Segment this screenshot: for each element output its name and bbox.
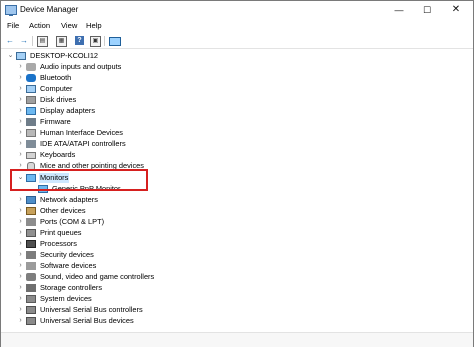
tree-item-label: Display adapters [40, 106, 96, 115]
system-icon [26, 295, 36, 303]
tree-item-label: Ports (COM & LPT) [40, 217, 105, 226]
device-manager-window: Device Manager — ☐ ✕ File Action View He… [0, 0, 474, 347]
tree-item-label: Sound, video and game controllers [40, 272, 155, 281]
tree-item-label: Network adapters [40, 195, 98, 204]
expand-icon[interactable]: › [17, 117, 24, 127]
expand-icon[interactable]: › [17, 305, 24, 315]
expand-icon[interactable]: › [17, 250, 24, 260]
expand-icon[interactable]: › [17, 62, 24, 72]
usb-icon [26, 306, 36, 314]
toolbar: ← → ▤ ▦ ? ▣ [1, 34, 473, 49]
tree-item-label: Universal Serial Bus controllers [40, 305, 143, 314]
expand-icon[interactable]: › [17, 106, 24, 116]
menu-view[interactable]: View [61, 21, 77, 30]
expand-icon[interactable]: › [17, 217, 24, 227]
tree-item-label: Bluetooth [40, 73, 72, 82]
disk-icon [26, 96, 36, 104]
tree-item-label: Keyboards [40, 150, 76, 159]
tree-item-label: System devices [40, 294, 92, 303]
expand-icon[interactable]: › [17, 228, 24, 238]
computer-icon [16, 52, 26, 60]
close-button[interactable]: ✕ [442, 1, 470, 19]
tree-item-label: Human Interface Devices [40, 128, 123, 137]
device-tree: ⌄ DESKTOP-KCOLI12 › Audio inputs and out… [1, 51, 473, 331]
expand-icon[interactable]: › [17, 150, 24, 160]
expand-icon[interactable]: › [17, 206, 24, 216]
printer-icon [26, 229, 36, 237]
storage-icon [26, 284, 36, 292]
tree-item-label: Software devices [40, 261, 97, 270]
window-title: Device Manager [20, 5, 79, 14]
usb-icon [26, 317, 36, 325]
tree-item-label: Other devices [40, 206, 86, 215]
view-icon: ▣ [92, 38, 99, 44]
menu-action[interactable]: Action [29, 21, 50, 30]
network-icon [26, 196, 36, 204]
scan-icon: ▦ [58, 38, 65, 44]
tree-item-label: Computer [40, 84, 73, 93]
keyboard-icon [26, 152, 36, 159]
tree-item-label: Storage controllers [40, 283, 103, 292]
tree-item-label: Security devices [40, 250, 94, 259]
status-bar [1, 332, 473, 347]
software-icon [26, 262, 36, 270]
tree-item-label: Processors [40, 239, 77, 248]
toolbar-separator [104, 36, 105, 46]
menu-file[interactable]: File [7, 21, 19, 30]
computer-icon [26, 85, 36, 93]
expand-icon[interactable]: › [17, 316, 24, 326]
display-adapter-icon [26, 107, 36, 115]
tree-item-label: Print queues [40, 228, 82, 237]
security-icon [26, 251, 36, 259]
menu-help[interactable]: Help [86, 21, 102, 30]
tree-root-label: DESKTOP-KCOLI12 [30, 51, 99, 60]
bluetooth-icon [26, 74, 36, 82]
other-devices-icon [26, 207, 36, 215]
processor-icon [26, 240, 36, 248]
collapse-icon[interactable]: ⌄ [7, 51, 14, 61]
firmware-icon [26, 118, 36, 126]
forward-button[interactable]: → [19, 36, 29, 46]
sound-icon [26, 273, 36, 281]
minimize-button[interactable]: — [385, 1, 413, 19]
menu-bar: File Action View Help [1, 19, 473, 33]
ports-icon [26, 218, 36, 226]
expand-icon[interactable]: › [17, 84, 24, 94]
expand-icon[interactable]: › [17, 261, 24, 271]
expand-icon[interactable]: › [17, 95, 24, 105]
help-button[interactable]: ? [75, 36, 84, 45]
tree-item-label: Disk drives [40, 95, 77, 104]
expand-icon[interactable]: › [17, 73, 24, 83]
ide-icon [26, 140, 36, 148]
back-button[interactable]: ← [5, 36, 15, 46]
properties-button[interactable]: ▤ [37, 36, 48, 47]
expand-icon[interactable]: › [17, 272, 24, 282]
tree-item-label: Firmware [40, 117, 71, 126]
monitors-highlight-box [10, 169, 148, 191]
hid-icon [26, 129, 36, 137]
expand-icon[interactable]: › [17, 128, 24, 138]
monitor-toolbar-button[interactable] [109, 37, 121, 46]
scan-hardware-button[interactable]: ▦ [56, 36, 67, 47]
view-button[interactable]: ▣ [90, 36, 101, 47]
device-manager-icon [5, 5, 17, 16]
tree-item-label: Audio inputs and outputs [40, 62, 122, 71]
expand-icon[interactable]: › [17, 294, 24, 304]
expand-icon[interactable]: › [17, 239, 24, 249]
maximize-button[interactable]: ☐ [413, 1, 441, 19]
expand-icon[interactable]: › [17, 283, 24, 293]
toolbar-separator [32, 36, 33, 46]
properties-icon: ▤ [39, 38, 46, 44]
expand-icon[interactable]: › [17, 139, 24, 149]
title-bar: Device Manager — ☐ ✕ [1, 1, 473, 19]
tree-item-label: Universal Serial Bus devices [40, 316, 134, 325]
expand-icon[interactable]: › [17, 195, 24, 205]
speaker-icon [26, 63, 36, 71]
tree-item-label: IDE ATA/ATAPI controllers [40, 139, 126, 148]
